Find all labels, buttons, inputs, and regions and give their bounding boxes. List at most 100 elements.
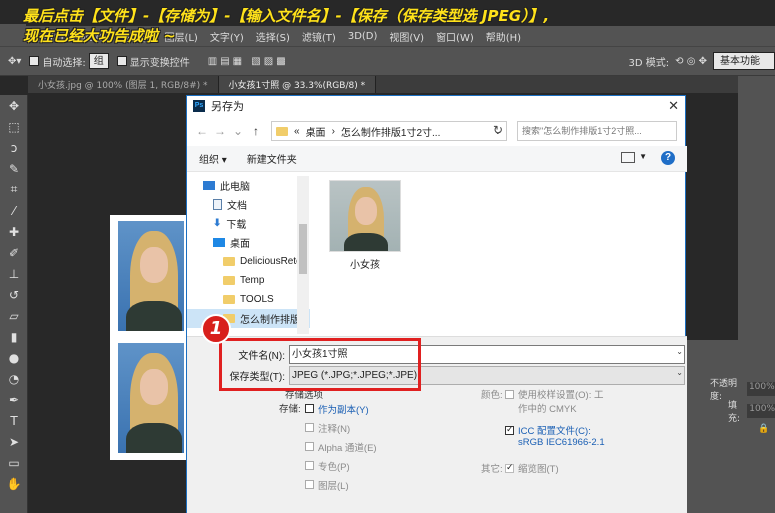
eraser-tool-icon[interactable]: ▱ [0, 305, 28, 326]
stamp-tool-icon[interactable]: ⊥ [0, 263, 28, 284]
annotations-checkbox [305, 423, 314, 432]
chevron-down-icon[interactable]: ⌄ [676, 368, 683, 377]
lasso-tool-icon[interactable]: ↄ [0, 137, 28, 158]
file-name-label[interactable]: 小女孩 [329, 256, 401, 271]
proof-option: 使用校样设置(O): 工 作中的 CMYK [505, 387, 604, 415]
tutorial-banner: 最后点击【文件】-【存储为】-【输入文件名】-【保存（保存类型选 JPEG）】,… [23, 6, 683, 46]
dialog-titlebar: Ps 另存为 ✕ [187, 96, 685, 116]
tree-label: 桌面 [230, 239, 250, 250]
tab-document-1[interactable]: 小女孩.jpg @ 100% (图层 1, RGB/8#) * [28, 76, 219, 93]
spot-color-option: 专色(P) [305, 456, 377, 475]
dialog-title: 另存为 [211, 101, 244, 113]
crop-tool-icon[interactable]: ⌗ [0, 179, 28, 200]
option-label: 注释(N) [318, 423, 351, 435]
organize-button[interactable]: 组织 ▾ [199, 151, 227, 166]
breadcrumb-desktop[interactable]: 桌面 [306, 124, 326, 139]
option-label: 作为副本(Y) [318, 404, 369, 416]
alpha-checkbox [305, 442, 314, 451]
chevron-icon: « [294, 125, 300, 137]
tools-panel: ✥ ⬚ ↄ ✎ ⌗ ⁄ ✚ ✐ ⊥ ↺ ▱ ▮ ● ◔ ✒ T ➤ ▭ ✋ [0, 95, 28, 513]
recent-dropdown-icon[interactable]: ⌄ [229, 124, 247, 138]
tree-item-documents[interactable]: 文档 [187, 195, 310, 214]
banner-line-1: 最后点击【文件】-【存储为】-【输入文件名】-【保存（保存类型选 JPEG）】, [23, 7, 550, 25]
tree-item-deliciousreto[interactable]: DeliciousReto [187, 252, 310, 271]
tree-scrollbar[interactable] [297, 176, 309, 334]
brush-tool-icon[interactable]: ✐ [0, 242, 28, 263]
proof-label-cont: 作中的 CMYK [518, 404, 577, 415]
options-bar: ✥▾ 自动选择: 组 显示变换控件 ▥▤▦ ▧▨▩ 3D 模式: ⟲ ◎ ✥ 基… [0, 46, 775, 76]
layers-option: 图层(L) [305, 475, 377, 494]
icc-label: ICC 配置文件(C): [518, 426, 591, 437]
close-icon[interactable]: ✕ [668, 98, 679, 114]
tree-item-downloads[interactable]: ⬇ 下载 [187, 214, 310, 233]
move-tool-icon[interactable]: ✥ [0, 95, 28, 116]
chevron-down-icon[interactable]: ⌄ [676, 347, 683, 356]
auto-select-dropdown[interactable]: 组 [88, 53, 109, 69]
move-tool-icon[interactable]: ✥▾ [8, 56, 21, 67]
command-bar: 组织 ▾ 新建文件夹 ▼ ? [187, 146, 687, 172]
history-brush-icon[interactable]: ↺ [0, 284, 28, 305]
shape-tool-icon[interactable]: ▭ [0, 452, 28, 473]
file-thumbnail[interactable] [329, 180, 401, 252]
photo-sheet [110, 215, 186, 460]
as-copy-checkbox[interactable] [305, 404, 314, 413]
tree-label: 文档 [227, 201, 247, 212]
search-input[interactable]: 搜索"怎么制作排版1寸2寸照... [517, 121, 677, 141]
folder-icon [223, 276, 235, 285]
tree-item-this-pc[interactable]: 此电脑 [187, 176, 310, 195]
show-transform-checkbox[interactable] [116, 56, 127, 66]
breadcrumb-folder[interactable]: 怎么制作排版1寸2寸... [341, 124, 440, 139]
forward-arrow-icon[interactable]: → [211, 124, 229, 138]
new-folder-button[interactable]: 新建文件夹 [247, 151, 297, 166]
opacity-field[interactable]: 100% [746, 382, 775, 396]
auto-select-label: 自动选择: [42, 57, 86, 69]
up-arrow-icon[interactable]: ↑ [247, 124, 265, 138]
thumbnail-checkbox [505, 462, 514, 473]
icc-checkbox[interactable] [505, 424, 514, 435]
auto-select-checkbox[interactable] [29, 56, 40, 66]
3d-orbit-icon[interactable]: ⟲ ◎ ✥ [675, 56, 707, 67]
as-copy-option[interactable]: 作为副本(Y) [305, 399, 377, 418]
other-label: 其它: [481, 464, 503, 475]
icc-option[interactable]: ICC 配置文件(C): sRGB IEC61966-2.1 [505, 423, 605, 451]
dodge-tool-icon[interactable]: ◔ [0, 368, 28, 389]
fill-field[interactable]: 100% [747, 404, 775, 418]
view-options-icon[interactable] [621, 152, 635, 163]
tree-label: 下载 [226, 220, 247, 231]
eyedropper-tool-icon[interactable]: ⁄ [0, 200, 28, 221]
navigation-bar: ← → ⌄ ↑ « 桌面 › 怎么制作排版1寸2寸... ⌄ ↻ 搜索"怎么制作… [187, 118, 687, 144]
thumbnail-option: 缩览图(T) [505, 461, 559, 475]
proof-label: 使用校样设置(O): 工 [518, 390, 604, 401]
tree-item-desktop[interactable]: 桌面 [187, 233, 310, 252]
option-label: 专色(P) [318, 461, 350, 473]
tree-label: 此电脑 [220, 182, 250, 193]
save-as-dialog: Ps 另存为 ✕ ← → ⌄ ↑ « 桌面 › 怎么制作排版1寸2寸... ⌄ … [186, 95, 687, 513]
file-list: 小女孩 [311, 176, 683, 334]
refresh-icon[interactable]: ↻ [489, 123, 507, 137]
id-photo [118, 221, 184, 331]
workspace-select[interactable]: 基本功能 [713, 52, 775, 70]
type-tool-icon[interactable]: T [0, 410, 28, 431]
hand-tool-icon[interactable]: ✋ [0, 473, 28, 494]
layers-panel: 不透明度: 100% 填充: 100% 🔒 [684, 340, 775, 513]
marquee-tool-icon[interactable]: ⬚ [0, 116, 28, 137]
gradient-tool-icon[interactable]: ▮ [0, 326, 28, 347]
document-icon [213, 199, 222, 210]
quick-select-tool-icon[interactable]: ✎ [0, 158, 28, 179]
blur-tool-icon[interactable]: ● [0, 347, 28, 368]
address-bar[interactable]: « 桌面 › 怎么制作排版1寸2寸... ⌄ [271, 121, 507, 141]
back-arrow-icon[interactable]: ← [193, 124, 211, 138]
tree-item-tools[interactable]: TOOLS [187, 290, 310, 309]
tab-document-2[interactable]: 小女孩1寸照 @ 33.3%(RGB/8) * [218, 76, 377, 93]
show-transform-label: 显示变换控件 [129, 57, 190, 69]
save-options-group: 作为副本(Y) 注释(N) Alpha 通道(E) 专色(P) 图层(L) [305, 399, 377, 494]
tree-item-temp[interactable]: Temp [187, 271, 310, 290]
align-icons[interactable]: ▥▤▦ ▧▨▩ [208, 56, 289, 67]
help-icon[interactable]: ? [661, 151, 675, 165]
chevron-down-icon[interactable]: ▼ [639, 152, 647, 161]
path-select-tool-icon[interactable]: ➤ [0, 431, 28, 452]
layers-checkbox [305, 480, 314, 489]
healing-tool-icon[interactable]: ✚ [0, 221, 28, 242]
tree-label: 怎么制作排版1 [240, 315, 306, 326]
pen-tool-icon[interactable]: ✒ [0, 389, 28, 410]
